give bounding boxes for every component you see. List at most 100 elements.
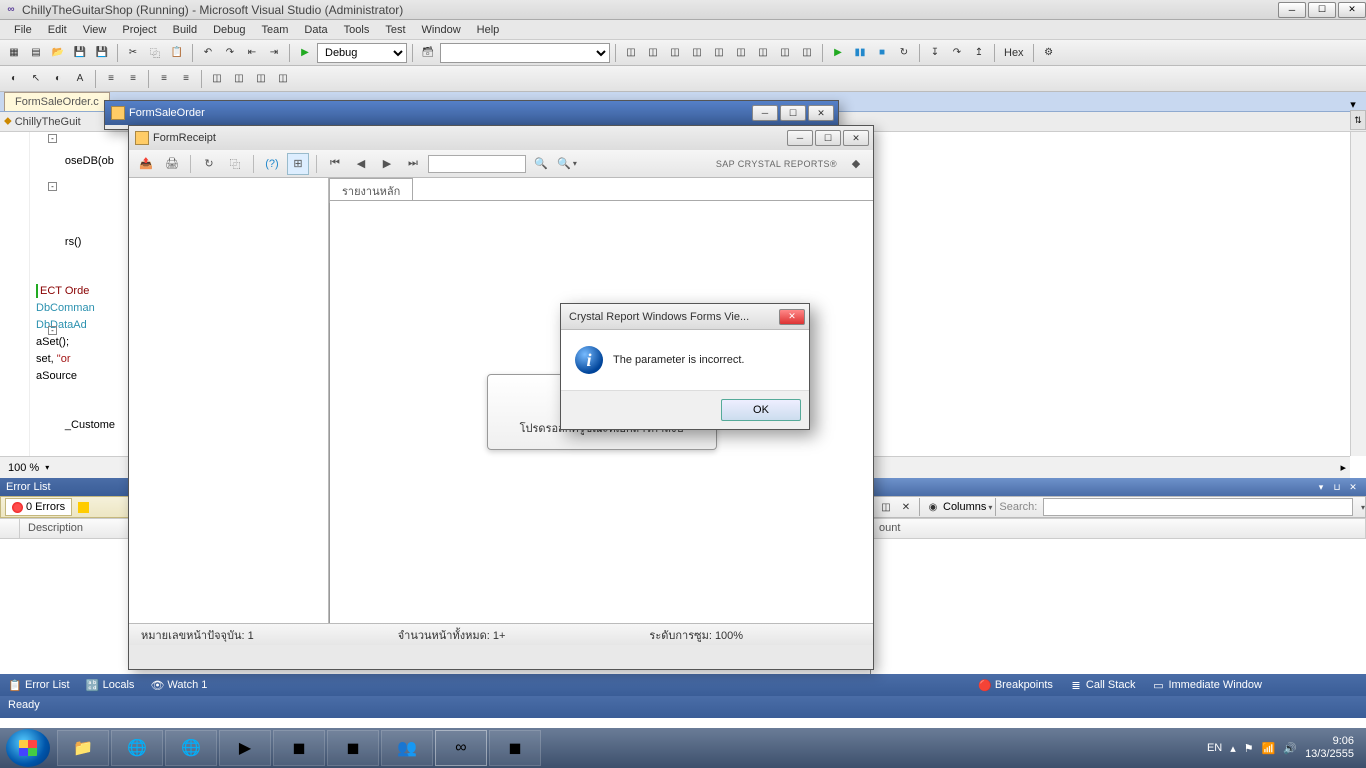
pin-icon[interactable]: ⊔ xyxy=(1330,480,1344,494)
last-page-icon[interactable]: ⏭ xyxy=(402,153,424,175)
continue-icon[interactable]: ▶ xyxy=(828,43,848,63)
menu-file[interactable]: File xyxy=(6,22,40,38)
step-icon[interactable]: ↧ xyxy=(925,43,945,63)
error-dialog[interactable]: Crystal Report Windows Forms Vie... ✕ i … xyxy=(560,303,810,430)
warnings-tab[interactable] xyxy=(72,498,95,516)
outline-toggle-icon[interactable]: - xyxy=(48,134,57,143)
config-dropdown[interactable]: Debug xyxy=(317,43,407,63)
gh-count[interactable]: ount xyxy=(871,519,1366,538)
prev-page-icon[interactable]: ◀ xyxy=(350,153,372,175)
tab-dropdown-icon[interactable]: ▾ xyxy=(1346,97,1360,111)
menu-build[interactable]: Build xyxy=(165,22,205,38)
minimize-button[interactable]: ─ xyxy=(787,130,813,146)
paste-icon[interactable]: 📋 xyxy=(167,43,187,63)
tray-network-icon[interactable]: 📶 xyxy=(1262,742,1276,755)
menu-data[interactable]: Data xyxy=(296,22,335,38)
nav-fwd-icon[interactable]: ⇥ xyxy=(264,43,284,63)
tool-icon[interactable]: ◫ xyxy=(753,43,773,63)
ok-button[interactable]: OK xyxy=(721,399,801,421)
tool-icon[interactable]: ◫ xyxy=(731,43,751,63)
tool-icon[interactable]: ◫ xyxy=(876,497,896,517)
formreceipt-titlebar[interactable]: FormReceipt ─ ☐ ✕ xyxy=(129,126,873,150)
tray-up-icon[interactable]: ▴ xyxy=(1230,742,1236,755)
pointer-icon[interactable]: ↖ xyxy=(26,69,46,89)
task-chrome[interactable]: 🌐 xyxy=(111,730,163,766)
maximize-button[interactable]: ☐ xyxy=(780,105,806,121)
formsaleorder-titlebar[interactable]: FormSaleOrder ─ ☐ ✕ xyxy=(105,101,838,125)
menu-tools[interactable]: Tools xyxy=(336,22,378,38)
redo-icon[interactable]: ↷ xyxy=(220,43,240,63)
dialog-titlebar[interactable]: Crystal Report Windows Forms Vie... ✕ xyxy=(561,304,809,330)
refresh-icon[interactable]: ↻ xyxy=(198,153,220,175)
gh-blank[interactable] xyxy=(0,519,20,538)
menu-team[interactable]: Team xyxy=(254,22,297,38)
menu-project[interactable]: Project xyxy=(114,22,164,38)
tab-callstack[interactable]: ≣Call Stack xyxy=(1065,676,1140,694)
tool-icon[interactable]: ◫ xyxy=(643,43,663,63)
export-icon[interactable]: 📤 xyxy=(135,153,157,175)
search-caret-icon[interactable]: ▾ xyxy=(1361,503,1365,512)
tool-icon[interactable]: ◫ xyxy=(621,43,641,63)
group-tree-icon[interactable]: ⊞ xyxy=(287,153,309,175)
task-app[interactable]: ◼ xyxy=(327,730,379,766)
columns-button[interactable]: Columns▾ xyxy=(943,501,992,513)
tab-error-list[interactable]: 📋Error List xyxy=(4,676,74,694)
tool-icon[interactable]: ◫ xyxy=(665,43,685,63)
tool-icon[interactable]: ◉ xyxy=(923,497,943,517)
dialog-close-button[interactable]: ✕ xyxy=(779,309,805,325)
page-input[interactable] xyxy=(428,155,526,173)
save-icon[interactable]: 💾 xyxy=(70,43,90,63)
minimize-button[interactable]: ─ xyxy=(752,105,778,121)
task-explorer[interactable]: 📁 xyxy=(57,730,109,766)
copy-icon[interactable]: ⿻ xyxy=(145,43,165,63)
bookmark-icon[interactable]: ◫ xyxy=(207,69,227,89)
tray-lang[interactable]: EN xyxy=(1207,742,1222,754)
next-page-icon[interactable]: ▶ xyxy=(376,153,398,175)
hex-label[interactable]: Hex xyxy=(1000,47,1028,59)
close-button[interactable]: ✕ xyxy=(1338,2,1366,18)
panel-close-icon[interactable]: ✕ xyxy=(1346,480,1360,494)
step-out-icon[interactable]: ↥ xyxy=(969,43,989,63)
tab-breakpoints[interactable]: 🔴Breakpoints xyxy=(974,676,1057,694)
add-item-icon[interactable]: ▤ xyxy=(26,43,46,63)
vertical-scrollbar[interactable] xyxy=(1350,132,1366,456)
tool-icon[interactable]: ◐ xyxy=(4,69,24,89)
cut-icon[interactable]: ✂ xyxy=(123,43,143,63)
pause-icon[interactable]: ▮▮ xyxy=(850,43,870,63)
zoom-icon[interactable]: 🔍▾ xyxy=(556,153,578,175)
task-ie[interactable]: 🌐 xyxy=(165,730,217,766)
start-icon[interactable]: ▶ xyxy=(295,43,315,63)
copy-icon[interactable]: ⿻ xyxy=(224,153,246,175)
menu-debug[interactable]: Debug xyxy=(205,22,253,38)
tab-watch[interactable]: 👁Watch 1 xyxy=(146,676,211,694)
close-button[interactable]: ✕ xyxy=(808,105,834,121)
task-mediaplayer[interactable]: ▶ xyxy=(219,730,271,766)
first-page-icon[interactable]: ⏮ xyxy=(324,153,346,175)
tab-locals[interactable]: 🔡Locals xyxy=(82,676,139,694)
comment-icon[interactable]: ≡ xyxy=(154,69,174,89)
tray-clock[interactable]: 9:06 13/3/2555 xyxy=(1305,735,1354,761)
search-icon[interactable]: 🔍 xyxy=(530,153,552,175)
task-app[interactable]: 👥 xyxy=(381,730,433,766)
open-icon[interactable]: 📂 xyxy=(48,43,68,63)
outline-toggle-icon[interactable]: - xyxy=(48,326,57,335)
tool-icon[interactable]: ◫ xyxy=(797,43,817,63)
task-vs[interactable]: ∞ xyxy=(435,730,487,766)
undo-icon[interactable]: ↶ xyxy=(198,43,218,63)
bookmark-clear-icon[interactable]: ◫ xyxy=(273,69,293,89)
tool-icon[interactable]: ✕ xyxy=(896,497,916,517)
menu-test[interactable]: Test xyxy=(377,22,413,38)
close-button[interactable]: ✕ xyxy=(843,130,869,146)
indent-icon[interactable]: ≡ xyxy=(101,69,121,89)
tool-icon[interactable]: ◫ xyxy=(775,43,795,63)
maximize-button[interactable]: ☐ xyxy=(815,130,841,146)
menu-edit[interactable]: Edit xyxy=(40,22,75,38)
task-app[interactable]: ◼ xyxy=(273,730,325,766)
search-input[interactable] xyxy=(1043,498,1353,516)
panel-dropdown-icon[interactable]: ▾ xyxy=(1314,480,1328,494)
db-icon[interactable]: 🗃 xyxy=(418,43,438,63)
tool-icon[interactable]: ◫ xyxy=(687,43,707,63)
print-icon[interactable]: 🖨 xyxy=(161,153,183,175)
start-button[interactable] xyxy=(6,729,50,767)
zoom-caret-icon[interactable]: ▾ xyxy=(45,463,49,472)
